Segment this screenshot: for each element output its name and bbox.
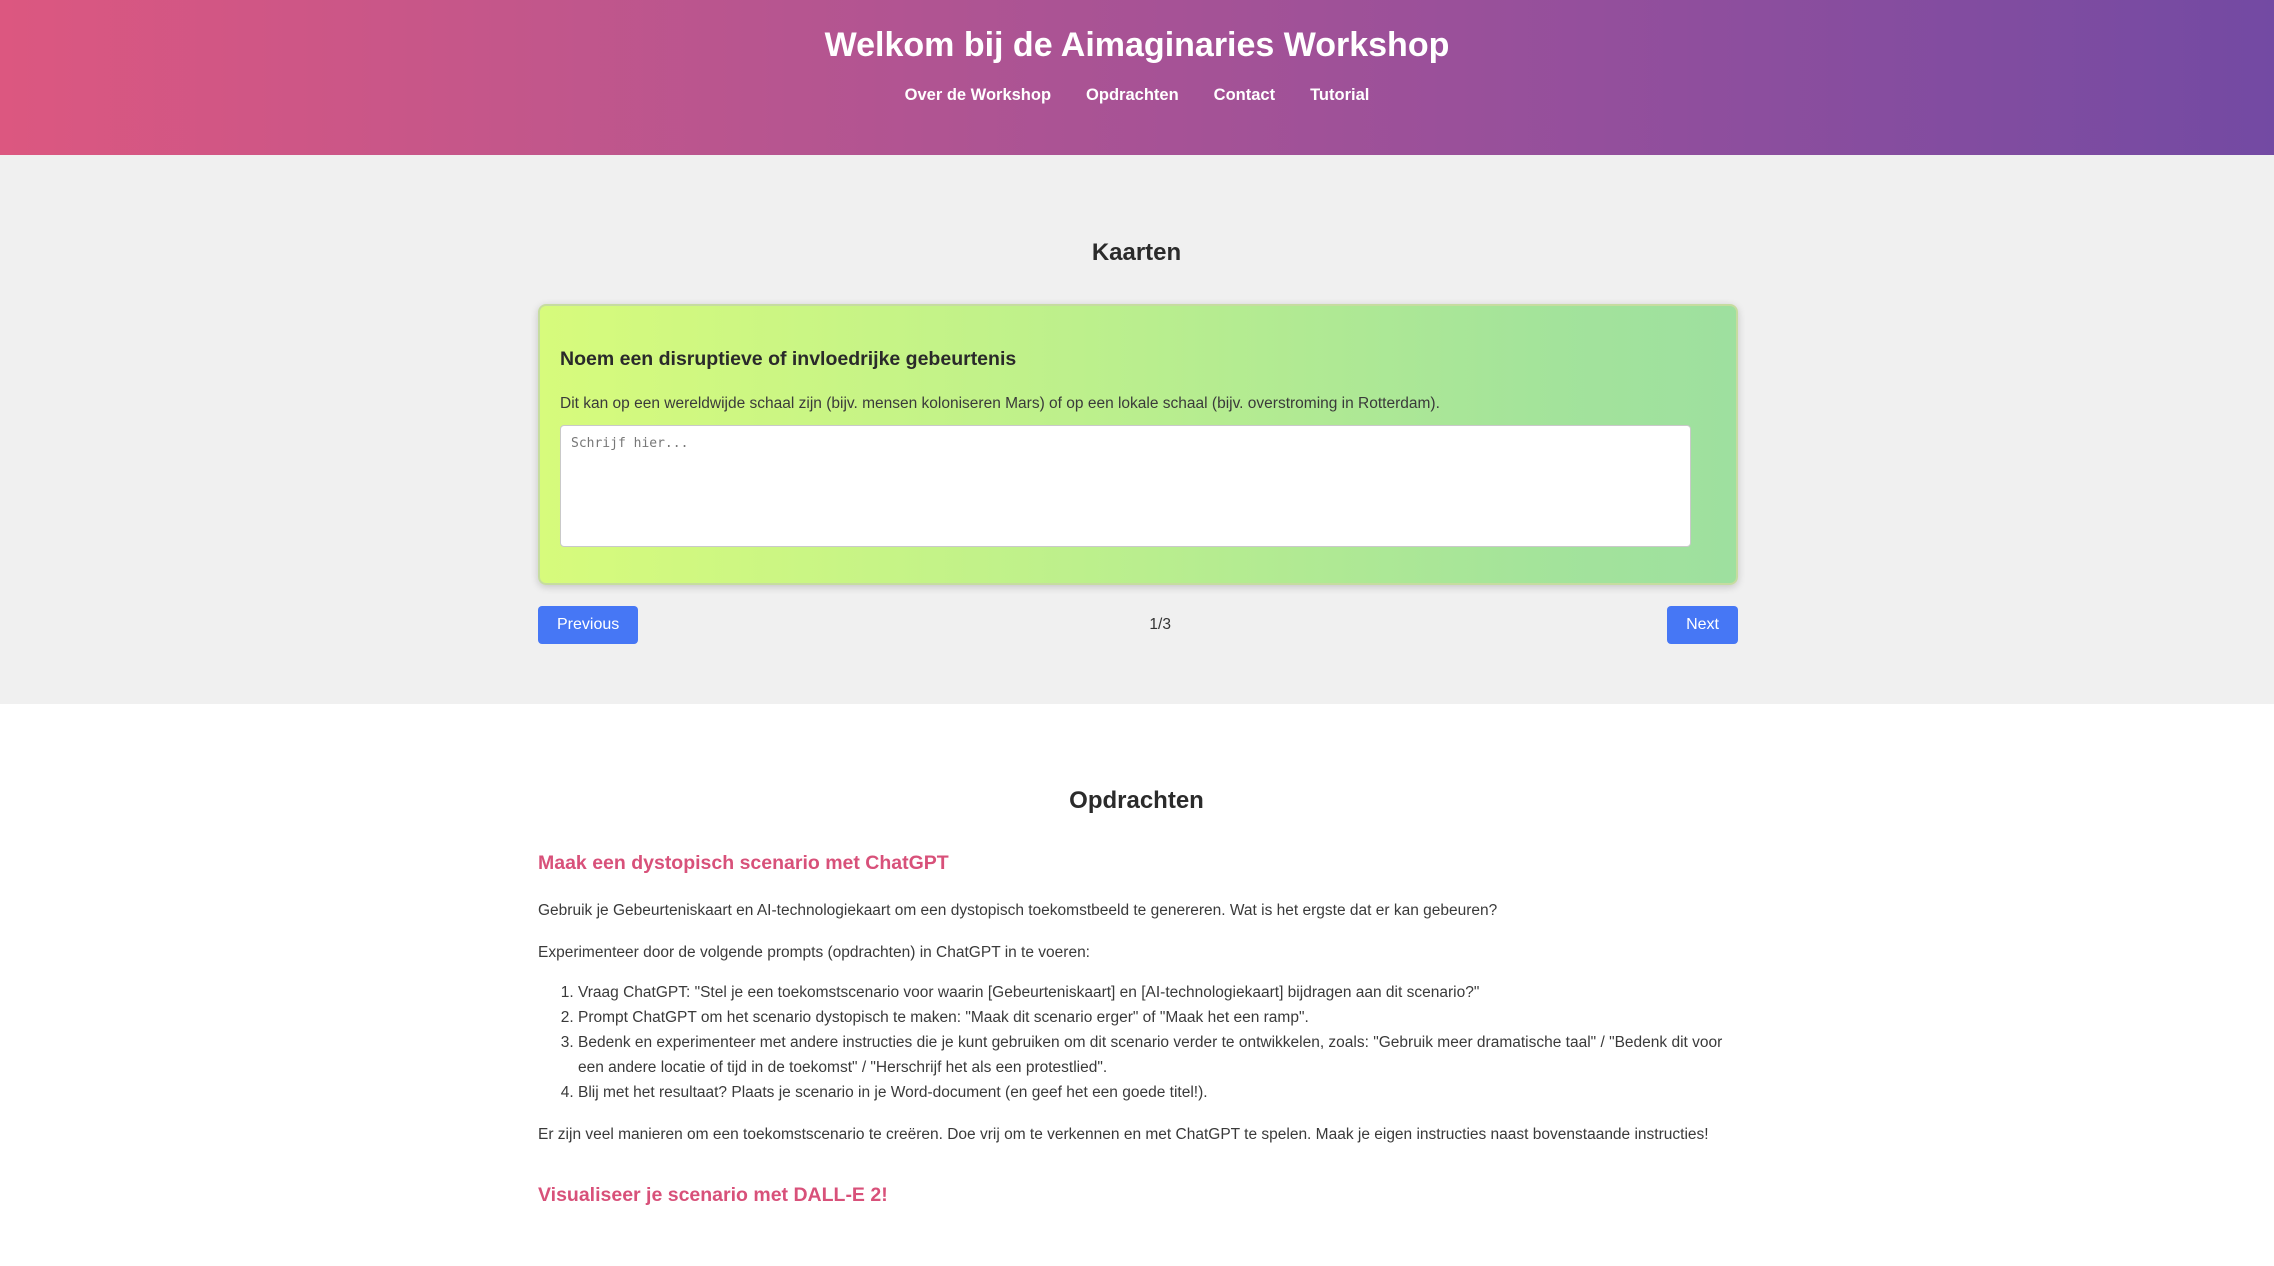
- assignment-experiment: Experimenteer door de volgende prompts (…: [538, 944, 1090, 961]
- assignment-intro: Gebruik je Gebeurteniskaart en AI-techno…: [538, 902, 1498, 919]
- prompt-step: Prompt ChatGPT om het scenario dystopisc…: [578, 1005, 1738, 1030]
- card-pager: Previous 1/3 Next: [538, 606, 1738, 644]
- prompt-step: Bedenk en experimenteer met andere instr…: [578, 1030, 1738, 1080]
- site-title: Welkom bij de Aimaginaries Workshop: [824, 26, 1450, 64]
- opdrachten-container: Maak een dystopisch scenario met ChatGPT…: [538, 852, 1738, 1207]
- page-indicator: 1/3: [1149, 616, 1171, 633]
- nav-link-contact[interactable]: Contact: [1214, 86, 1275, 105]
- card-heading: Noem een disruptieve of invloedrijke geb…: [560, 348, 1017, 370]
- card-description: Dit kan op een wereldwijde schaal zijn (…: [560, 395, 1440, 412]
- nav-link-tutorial[interactable]: Tutorial: [1310, 86, 1369, 105]
- assignment-title-chatgpt: Maak een dystopisch scenario met ChatGPT: [538, 852, 949, 874]
- opdrachten-section: Opdrachten Maak een dystopisch scenario …: [0, 704, 2274, 1207]
- nav-link-over-de-workshop[interactable]: Over de Workshop: [905, 86, 1051, 105]
- site-header: Welkom bij de Aimaginaries Workshop Over…: [0, 0, 2274, 155]
- next-button[interactable]: Next: [1667, 606, 1738, 644]
- main-nav: Over de Workshop Opdrachten Contact Tuto…: [0, 86, 2274, 105]
- card-answer-textarea[interactable]: [560, 425, 1691, 547]
- event-card: Noem een disruptieve of invloedrijke geb…: [538, 304, 1738, 585]
- nav-link-opdrachten[interactable]: Opdrachten: [1086, 86, 1179, 105]
- kaarten-section: Kaarten Noem een disruptieve of invloedr…: [0, 155, 2274, 704]
- prompt-steps-list: Vraag ChatGPT: "Stel je een toekomstscen…: [578, 980, 1738, 1105]
- assignment-outro: Er zijn veel manieren om een toekomstsce…: [538, 1126, 1709, 1143]
- kaarten-container: Noem een disruptieve of invloedrijke geb…: [538, 304, 1738, 644]
- assignment-title-dalle: Visualiseer je scenario met DALL-E 2!: [538, 1184, 888, 1206]
- kaarten-title: Kaarten: [1091, 239, 1182, 266]
- previous-button[interactable]: Previous: [538, 606, 639, 644]
- opdrachten-title: Opdrachten: [1069, 787, 1204, 814]
- prompt-step: Vraag ChatGPT: "Stel je een toekomstscen…: [578, 980, 1738, 1005]
- prompt-step: Blij met het resultaat? Plaats je scenar…: [578, 1080, 1738, 1105]
